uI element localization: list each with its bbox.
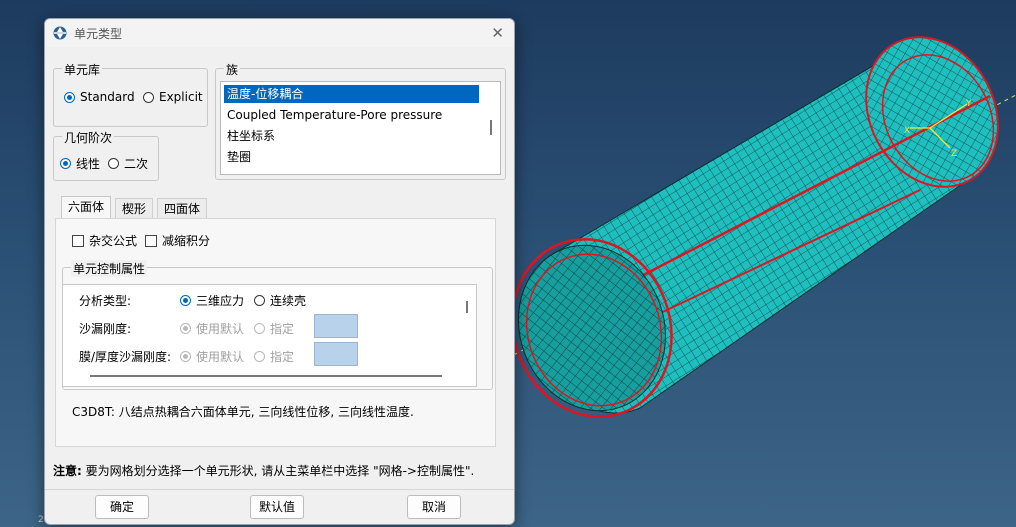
radio-indicator [60, 158, 71, 169]
radio-label: Explicit [159, 90, 203, 104]
radio-quadratic[interactable]: 二次 [108, 155, 148, 172]
family-item[interactable]: Coupled Temperature-Pore pressure [224, 106, 479, 124]
radio-hourglass-default[interactable]: 使用默认 [180, 320, 244, 337]
radio-standard[interactable]: Standard [64, 90, 135, 104]
controls-horizontal-scrollbar[interactable] [90, 375, 442, 377]
checkbox-label: 杂交公式 [89, 234, 138, 248]
hourglass-stiffness-label: 沙漏刚度: [79, 322, 132, 336]
radio-label: 指定 [270, 322, 295, 336]
radio-indicator [180, 295, 191, 306]
element-controls-label: 单元控制属性 [71, 260, 148, 277]
radio-label: 指定 [270, 350, 295, 364]
radio-label: 线性 [76, 157, 101, 171]
controls-vertical-scrollbar[interactable] [466, 301, 468, 313]
radio-indicator [180, 351, 191, 362]
viewport-corner-text: 2 [38, 515, 44, 525]
triad-label-z: Z [951, 149, 957, 159]
geometric-order-label: 几何阶次 [62, 129, 115, 146]
tab-wedge[interactable]: 楔形 [115, 198, 154, 219]
hourglass-value-field[interactable] [314, 314, 358, 338]
radio-label: 二次 [124, 157, 149, 171]
radio-3d-stress[interactable]: 三维应力 [180, 292, 244, 309]
note-prefix: 注意: [53, 464, 82, 478]
element-library-label: 单元库 [62, 61, 103, 78]
radio-label: 三维应力 [196, 294, 245, 308]
radio-indicator [180, 323, 191, 334]
geometric-order-group: 几何阶次 线性 二次 [53, 129, 159, 181]
family-listbox[interactable]: 温度-位移耦合 Coupled Temperature-Pore pressur… [220, 81, 501, 175]
radio-hourglass-specify[interactable]: 指定 [254, 320, 294, 337]
hybrid-formulation-checkbox[interactable]: 杂交公式 [72, 232, 137, 249]
family-item[interactable]: 垫圈 [224, 148, 479, 166]
family-item[interactable]: 柱坐标系 [224, 127, 479, 145]
radio-membrane-default[interactable]: 使用默认 [180, 348, 244, 365]
reduced-integration-checkbox[interactable]: 减缩积分 [145, 232, 210, 249]
tab-hex[interactable]: 六面体 [61, 196, 112, 219]
triad-label-y: Y [965, 99, 972, 109]
dialog-title: 单元类型 [74, 27, 123, 41]
element-type-dialog: 单元类型 ✕ 单元库 Standard Explicit 几何阶次 线性 二次 … [44, 18, 515, 525]
note-body: 要为网格划分选择一个单元形状, 请从主菜单栏中选择 "网格->控制属性". [85, 464, 475, 478]
radio-indicator [254, 295, 265, 306]
tab-tet[interactable]: 四面体 [157, 198, 208, 219]
radio-label: 连续壳 [270, 294, 307, 308]
family-item[interactable]: 温度-位移耦合 [224, 85, 479, 103]
app-icon [53, 26, 67, 40]
radio-continuum-shell[interactable]: 连续壳 [254, 292, 306, 309]
radio-label: 使用默认 [196, 322, 245, 336]
close-icon[interactable]: ✕ [491, 25, 504, 41]
radio-membrane-specify[interactable]: 指定 [254, 348, 294, 365]
family-scrollbar[interactable] [490, 120, 492, 135]
radio-indicator [143, 91, 154, 103]
membrane-hourglass-label: 膜/厚度沙漏刚度: [79, 350, 172, 364]
radio-explicit[interactable]: Explicit [143, 90, 203, 104]
checkbox-label: 减缩积分 [162, 234, 211, 248]
defaults-button[interactable]: 默认值 [250, 495, 304, 519]
triad-label-x: X [904, 126, 910, 136]
family-label: 族 [224, 61, 241, 78]
element-description: C3D8T: 八结点热耦合六面体单元, 三向线性位移, 三向线性温度. [72, 405, 414, 419]
button-divider [45, 489, 514, 490]
radio-linear[interactable]: 线性 [60, 155, 100, 172]
radio-label: Standard [80, 90, 135, 104]
element-library-group: 单元库 Standard Explicit [53, 61, 208, 127]
membrane-value-field[interactable] [314, 342, 358, 366]
element-controls-list[interactable]: 分析类型: 三维应力 连续壳 沙漏刚度: 使用默认 指定 膜/厚度沙漏刚度: 使… [62, 284, 477, 387]
radio-label: 使用默认 [196, 350, 245, 364]
radio-indicator [108, 158, 119, 169]
radio-indicator [254, 323, 265, 334]
ok-button[interactable]: 确定 [95, 495, 149, 519]
checkbox-box [72, 234, 84, 247]
note-text: 注意: 要为网格划分选择一个单元形状, 请从主菜单栏中选择 "网格->控制属性"… [53, 462, 474, 479]
dialog-titlebar[interactable]: 单元类型 ✕ [45, 19, 514, 47]
analysis-type-label: 分析类型: [79, 294, 132, 308]
cancel-button[interactable]: 取消 [407, 495, 461, 519]
radio-indicator [64, 91, 75, 103]
checkbox-box [145, 234, 157, 247]
radio-indicator [254, 351, 265, 362]
